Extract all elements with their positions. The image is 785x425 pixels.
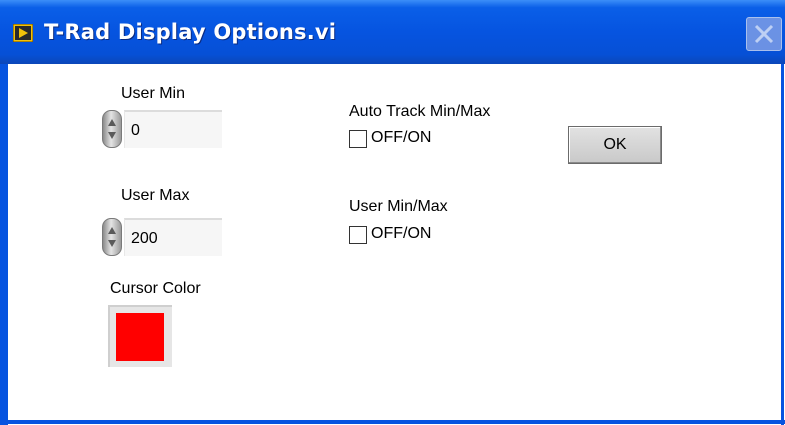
dialog-window: T-Rad Display Options.vi User Min 0 User… bbox=[0, 0, 785, 425]
spinner-arrows-icon bbox=[108, 227, 116, 247]
labview-vi-icon bbox=[13, 24, 33, 42]
user-minmax-checkbox[interactable] bbox=[349, 226, 367, 244]
auto-track-checkbox[interactable] bbox=[349, 130, 367, 148]
cursor-color-picker[interactable] bbox=[108, 305, 172, 367]
title-bar[interactable]: T-Rad Display Options.vi bbox=[0, 0, 785, 64]
cursor-color-label: Cursor Color bbox=[110, 280, 201, 297]
user-minmax-toggle-label: OFF/ON bbox=[371, 225, 432, 242]
auto-track-toggle-label: OFF/ON bbox=[371, 129, 432, 146]
user-max-field[interactable]: 200 bbox=[124, 218, 222, 256]
window-frame-bottom bbox=[0, 420, 785, 424]
window-frame-right bbox=[781, 64, 784, 425]
auto-track-label: Auto Track Min/Max bbox=[349, 103, 491, 120]
close-button[interactable] bbox=[746, 17, 782, 51]
user-min-field[interactable]: 0 bbox=[124, 110, 222, 148]
cursor-color-swatch bbox=[116, 313, 164, 361]
spinner-arrows-icon bbox=[108, 119, 116, 139]
user-minmax-label: User Min/Max bbox=[349, 198, 448, 215]
ok-button[interactable]: OK bbox=[568, 126, 662, 164]
user-max-label: User Max bbox=[121, 187, 190, 204]
window-title: T-Rad Display Options.vi bbox=[44, 20, 337, 44]
user-min-value: 0 bbox=[131, 122, 140, 139]
user-max-increment-decrement[interactable] bbox=[102, 218, 122, 256]
user-min-label: User Min bbox=[121, 85, 186, 102]
user-max-value: 200 bbox=[131, 230, 158, 247]
user-min-increment-decrement[interactable] bbox=[102, 110, 122, 148]
close-icon bbox=[754, 24, 774, 44]
window-frame-left bbox=[0, 64, 8, 425]
